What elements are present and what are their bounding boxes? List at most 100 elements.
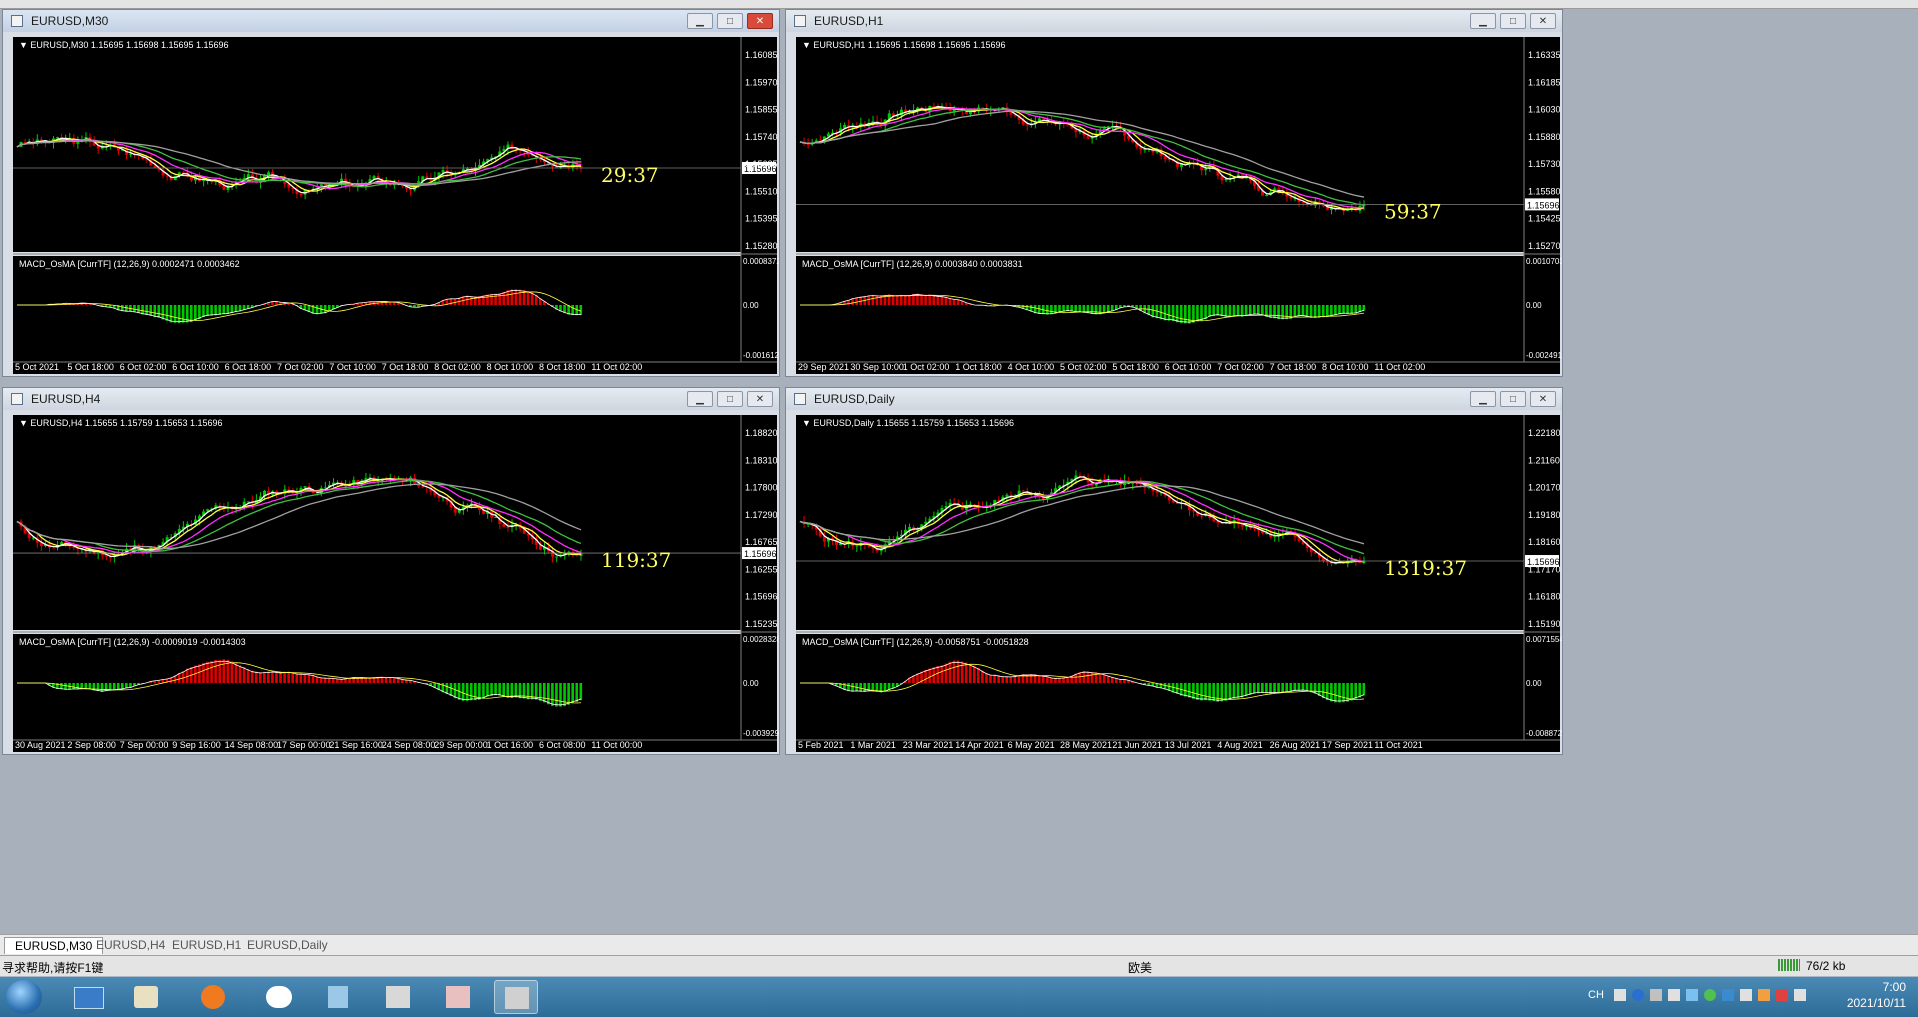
keyboard-icon[interactable] [1614,989,1626,1001]
macd-histogram-bar [1305,305,1309,318]
alert-icon[interactable] [1776,989,1788,1001]
time-scale-label: 6 Oct 02:00 [120,362,167,372]
time-scale-label: 21 Sep 16:00 [329,740,383,750]
time-scale-label: 8 Oct 10:00 [487,362,534,372]
candle-body [1200,515,1204,517]
candle-body [39,139,43,141]
macd-histogram-bar [210,660,213,683]
wechat-app-icon[interactable] [256,980,300,1014]
notes-app-icon[interactable] [316,980,360,1014]
macd-histogram-bar [287,671,290,683]
macd-histogram-bar [1321,305,1325,318]
network-icon[interactable] [1722,989,1734,1001]
network-app-icon[interactable] [124,980,168,1014]
maximize-button[interactable]: □ [717,13,743,29]
chart-window-icon [11,393,23,405]
signal-icon[interactable] [1794,989,1806,1001]
macd-histogram-bar [964,662,968,683]
macd-histogram-bar [928,294,931,305]
minimize-button[interactable]: ▁ [687,391,713,407]
macd-histogram-bar [1228,683,1232,700]
macd-histogram-bar [116,683,120,690]
wechat-tray-icon[interactable] [1704,989,1716,1001]
chart-window-icon [794,393,806,405]
security-icon[interactable] [1686,989,1698,1001]
price-scale-label: 1.15510 [745,186,778,196]
chart-window-h4[interactable]: EURUSD,H4 ▁ □ ✕ 1.15696 1.18820 1.18310 1.1… [2,387,780,755]
time-scale-label: 8 Oct 10:00 [1322,362,1369,372]
clock-date: 2021/10/11 [1846,996,1906,1010]
language-indicator[interactable]: CH [1588,989,1604,1001]
minimize-button[interactable]: ▁ [687,13,713,29]
close-button[interactable]: ✕ [747,391,773,407]
macd-histogram-bar [1350,683,1353,701]
price-scale-label: 1.16030 [1528,105,1561,115]
desktop-app-icon[interactable] [66,980,110,1014]
chart-canvas[interactable]: 1.156961.160851.159701.158551.157401.156… [3,32,779,376]
time-scale-label: 11 Oct 02:00 [591,362,642,372]
macd-histogram-bar [940,295,944,305]
macd-histogram-bar [1200,683,1203,701]
macd-histogram-bar [1171,305,1175,322]
start-button-icon[interactable] [6,980,42,1014]
macd-histogram-bar [474,683,477,701]
maximize-button[interactable]: □ [717,391,743,407]
window-titlebar[interactable]: EURUSD,Daily ▁ □ ✕ [786,388,1562,410]
maximize-button[interactable]: □ [1500,391,1526,407]
system-clock[interactable]: 7:00 2021/10/11 [1847,979,1906,1011]
macd-histogram-bar [1273,683,1276,694]
close-button[interactable]: ✕ [1530,13,1556,29]
window-titlebar[interactable]: EURUSD,M30 ▁ □ ✕ [3,10,779,32]
macd-scale-label: -0.0024910 [1526,351,1562,360]
time-scale-label: 21 Jun 2021 [1112,740,1162,750]
volume-icon[interactable] [1758,989,1770,1001]
tab-eurusd-daily[interactable]: EURUSD,Daily [237,937,338,954]
minimize-button[interactable]: ▁ [1470,391,1496,407]
macd-histogram-bar [453,298,457,305]
candle-body [104,555,108,557]
macd-histogram-bar [1277,683,1280,694]
terminal-app-icon[interactable] [376,980,420,1014]
macd-histogram-bar [1188,305,1191,324]
time-scale-label: 11 Oct 02:00 [1374,362,1425,372]
time-scale-label: 6 Oct 18:00 [225,362,272,372]
chart-canvas[interactable]: 1.15696 1.16335 1.16185 1.16030 1.15880 1.157… [786,32,1562,376]
macd-histogram-bar [1183,305,1187,324]
window-title: EURUSD,H4 [31,392,101,406]
macd-histogram-bar [968,663,972,683]
browser-app-icon[interactable] [190,980,234,1014]
macd-histogram-bar [1001,676,1004,683]
chart-window-daily[interactable]: EURUSD,Daily ▁ □ ✕ 1.15696 1.22180 1.21160… [785,387,1563,755]
tray-app-icon[interactable] [1668,989,1680,1001]
macd-histogram-bar [1050,305,1053,315]
macd-histogram-bar [518,289,522,305]
metatrader-app-icon[interactable] [494,980,538,1014]
macd-histogram-bar [161,305,165,320]
macd-histogram-bar [575,683,579,702]
chart-window-h1[interactable]: EURUSD,H1 ▁ □ ✕ 1.15696 1.16335 1.16185 1.1… [785,9,1563,377]
maximize-button[interactable]: □ [1500,13,1526,29]
paint-app-icon[interactable] [436,980,480,1014]
macd-histogram-bar [1208,683,1211,701]
chart-canvas[interactable]: 1.156961.221801.211601.201701.191801.181… [786,410,1562,754]
chart-window-m30[interactable]: EURUSD,M30 ▁ □ ✕ 1.15696 1.16085 1.15970 1.… [2,9,780,377]
display-icon[interactable] [1740,989,1752,1001]
status-profile: 欧美 [1128,961,1153,975]
window-titlebar[interactable]: EURUSD,H1 ▁ □ ✕ [786,10,1562,32]
close-button[interactable]: ✕ [747,13,773,29]
help-icon[interactable] [1632,989,1644,1001]
price-scale-label: 1.18160 [1528,537,1561,547]
time-scale-label: 29 Sep 2021 [798,362,849,372]
macd-histogram-bar [226,305,230,315]
price-scale-label: 1.18820 [745,428,778,438]
macd-histogram-bar [88,683,92,690]
time-scale-label: 28 May 2021 [1060,740,1112,750]
minimize-button[interactable]: ▁ [1470,13,1496,29]
time-scale-label: 13 Jul 2021 [1165,740,1212,750]
settings-icon[interactable] [1650,989,1662,1001]
window-titlebar[interactable]: EURUSD,H4 ▁ □ ✕ [3,388,779,410]
chart-canvas[interactable]: 1.15696 1.18820 1.18310 1.17800 1.17290 1.167… [3,410,779,754]
macd-histogram-bar [181,671,185,683]
macd-histogram-bar [1265,683,1268,694]
close-button[interactable]: ✕ [1530,391,1556,407]
